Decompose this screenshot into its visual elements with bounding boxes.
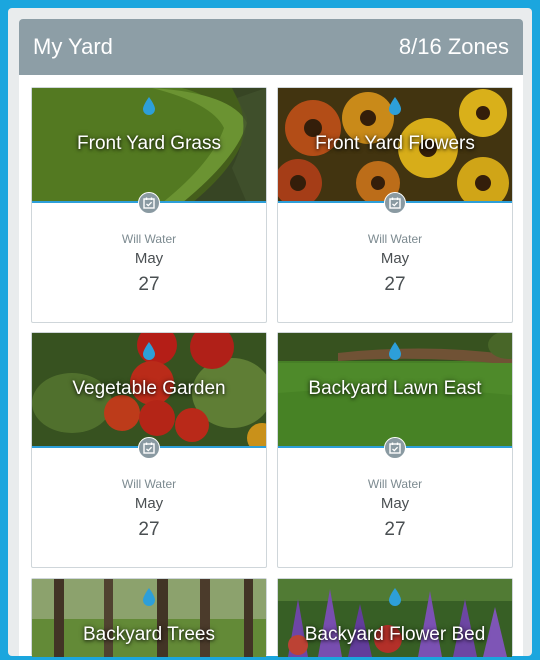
water-drop-icon: [389, 342, 401, 360]
zone-name: Vegetable Garden: [72, 378, 226, 399]
water-drop-icon: [389, 588, 401, 606]
zone-card-vegetable-garden[interactable]: Vegetable Garden Will Water May 27: [31, 332, 267, 568]
zone-name: Front Yard Grass: [77, 133, 221, 154]
zone-card-front-yard-flowers[interactable]: Front Yard Flowers Will Water May 27: [277, 87, 513, 323]
zone-name: Backyard Lawn East: [308, 378, 482, 399]
calendar-icon[interactable]: [138, 192, 160, 214]
water-day: 27: [384, 519, 406, 540]
zone-card-front-yard-grass[interactable]: Front Yard Grass Will Water May 27: [31, 87, 267, 323]
water-drop-icon: [143, 342, 155, 360]
water-status: Will Water: [367, 477, 423, 491]
zone-count: 8/16 Zones: [398, 34, 509, 59]
water-drop-icon: [143, 588, 155, 606]
water-status: Will Water: [121, 477, 177, 491]
water-day: 27: [384, 274, 406, 295]
calendar-icon[interactable]: [384, 192, 406, 214]
zone-name: Backyard Flower Bed: [304, 624, 486, 645]
water-day: 27: [138, 519, 160, 540]
page-title: My Yard: [33, 34, 113, 59]
water-month: May: [134, 250, 164, 267]
water-drop-icon: [389, 97, 401, 115]
calendar-icon[interactable]: [138, 437, 160, 459]
water-day: 27: [138, 274, 160, 295]
panel-header: My Yard 8/16 Zones: [19, 19, 523, 75]
zone-card-backyard-flower-bed[interactable]: Backyard Flower Bed: [277, 578, 513, 657]
zone-card-backyard-lawn-east[interactable]: Backyard Lawn East Will Water May 27: [277, 332, 513, 568]
water-month: May: [134, 495, 164, 512]
water-status: Will Water: [121, 232, 177, 246]
water-month: May: [380, 495, 410, 512]
zone-card-backyard-trees[interactable]: Backyard Trees: [31, 578, 267, 657]
calendar-icon[interactable]: [384, 437, 406, 459]
zone-name: Backyard Trees: [83, 624, 215, 645]
zone-name: Front Yard Flowers: [315, 133, 475, 154]
water-status: Will Water: [367, 232, 423, 246]
water-month: May: [380, 250, 410, 267]
water-drop-icon: [143, 97, 155, 115]
